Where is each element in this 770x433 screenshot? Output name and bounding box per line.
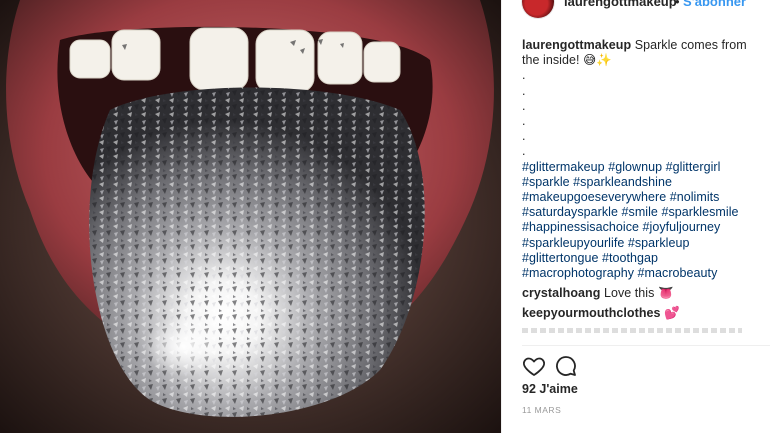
glitter-tongue-photo — [0, 0, 501, 433]
caption-username[interactable]: laurengottmakeup — [522, 38, 631, 52]
divider — [522, 345, 770, 346]
hashtag-line[interactable]: #makeupgoeseverywhere #nolimits — [522, 190, 764, 205]
hashtag-line[interactable]: #sparkle #sparkleandshine — [522, 175, 764, 190]
comments-section[interactable]: laurengottmakeup Sparkle comes from the … — [522, 38, 764, 340]
hashtag-line[interactable]: #glittertongue #toothgap — [522, 251, 764, 266]
caption: laurengottmakeup Sparkle comes from the … — [522, 38, 764, 68]
follow-button[interactable]: S'abonner — [683, 0, 746, 9]
comment-text: Love this — [603, 286, 655, 301]
caption-dot-line: . — [522, 83, 526, 98]
post-header: laurengottmakeup • S'abonner — [502, 0, 770, 18]
tongue-emoji: 👅 — [657, 286, 674, 301]
profile-avatar[interactable] — [522, 0, 554, 18]
comment-bubble-icon[interactable] — [554, 354, 578, 378]
partially-hidden-comment — [522, 327, 742, 333]
hashtag-line[interactable]: #sparkleupyourlife #sparkleup — [522, 236, 764, 251]
post-photo[interactable] — [0, 0, 501, 433]
hashtag-line[interactable]: #happinessisachoice #joyfuljourney — [522, 220, 764, 235]
caption-dot-line: . — [522, 144, 526, 159]
caption-dot-line: . — [522, 98, 526, 113]
comment-item: crystalhoang Love this 👅 — [522, 286, 764, 301]
comment-item: keepyourmouthclothes 💕 — [522, 306, 764, 321]
caption-emoji: 😅✨ — [583, 53, 612, 68]
hashtag-line[interactable]: #macrophotography #macrobeauty — [522, 266, 764, 281]
likes-count[interactable]: 92 J'aime — [522, 382, 578, 396]
comment-username[interactable]: crystalhoang — [522, 286, 600, 300]
hashtag-line[interactable]: #glittermakeup #glownup #glittergirl — [522, 160, 764, 175]
caption-dot-line: . — [522, 68, 526, 83]
post-side-panel: laurengottmakeup • S'abonner laurengottm… — [501, 0, 770, 433]
caption-dot-line: . — [522, 129, 526, 144]
hashtag-line[interactable]: #saturdaysparkle #smile #sparklesmile — [522, 205, 764, 220]
hearts-emoji: 💕 — [664, 306, 680, 321]
comment-username[interactable]: keepyourmouthclothes — [522, 306, 661, 320]
header-separator: • — [675, 0, 680, 9]
heart-icon[interactable] — [522, 354, 546, 378]
post-date: 11 MARS — [522, 405, 562, 415]
header-username[interactable]: laurengottmakeup — [564, 0, 677, 9]
caption-dot-line: . — [522, 113, 526, 128]
